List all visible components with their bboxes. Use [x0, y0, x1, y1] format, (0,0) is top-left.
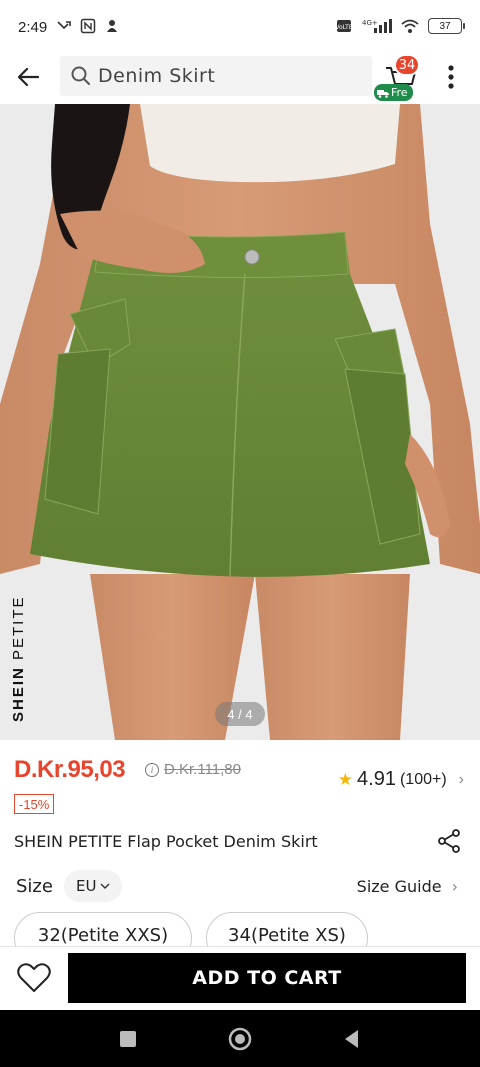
back-icon[interactable] — [337, 1024, 367, 1054]
truck-icon — [377, 89, 389, 98]
heart-icon[interactable] — [16, 961, 52, 995]
home-icon[interactable] — [225, 1024, 255, 1054]
size-option[interactable]: 34(Petite XS) — [206, 912, 368, 948]
star-icon: ★ — [337, 769, 354, 789]
search-query: Denim Skirt — [98, 65, 216, 87]
add-to-cart-button[interactable]: ADD TO CART — [68, 953, 466, 1003]
free-shipping-badge: Fre — [374, 84, 413, 101]
product-title: SHEIN PETITE Flap Pocket Denim Skirt — [14, 832, 318, 851]
brand-watermark: SHEIN PETITE — [10, 595, 27, 722]
missed-call-icon — [57, 21, 71, 30]
size-unit-dropdown[interactable]: EU — [64, 870, 123, 902]
volte-icon: VoLTE — [336, 20, 353, 32]
review-count: (100+) — [399, 770, 447, 788]
svg-text:VoLTE: VoLTE — [336, 24, 353, 31]
title-row: SHEIN PETITE Flap Pocket Denim Skirt — [14, 828, 466, 856]
share-icon[interactable] — [436, 828, 462, 854]
system-nav-bar — [0, 1010, 480, 1067]
more-options-icon[interactable] — [440, 62, 462, 92]
size-guide-link[interactable]: Size Guide › — [357, 877, 458, 896]
page-indicator: 4 / 4 — [215, 702, 265, 726]
current-price: D.Kr.95,03 — [14, 756, 126, 783]
cart-count-badge: 34 — [394, 54, 420, 76]
discount-badge: -15% — [14, 794, 55, 814]
size-label: Size — [16, 876, 53, 897]
search-input[interactable]: Denim Skirt — [60, 56, 372, 96]
rating-value: 4.91 — [357, 768, 396, 790]
search-icon — [71, 66, 90, 85]
battery-level: 37 — [439, 20, 451, 32]
price-info-icon[interactable]: i — [145, 763, 159, 777]
chevron-right-icon: › — [451, 877, 458, 896]
status-bar: 2:49 VoLTE 4G+ 37 — [0, 0, 480, 56]
battery-icon: 37 — [428, 18, 465, 34]
system-icons: VoLTE 4G+ 37 — [336, 18, 465, 34]
size-option[interactable]: 32(Petite XXS) — [14, 912, 192, 948]
brand-watermark-light: PETITE — [10, 595, 27, 667]
wifi-icon — [401, 19, 419, 33]
chevron-down-icon — [100, 883, 110, 889]
size-options: 32(Petite XXS) 34(Petite XS) — [14, 912, 466, 948]
chevron-right-icon: › — [458, 770, 464, 788]
product-image-gallery[interactable]: 4 / 4 — [0, 104, 480, 740]
cart-button[interactable]: 34 Fre — [374, 54, 426, 101]
bottom-action-bar: ADD TO CART — [0, 946, 480, 1010]
size-row: Size EU Size Guide › — [14, 870, 466, 904]
recents-icon[interactable] — [113, 1024, 143, 1054]
signal-icon: 4G+ — [362, 19, 392, 33]
brand-watermark-bold: SHEIN — [10, 666, 27, 722]
price-row: D.Kr.95,03 i D.Kr.111,80 ★ 4.91 (100+) › — [14, 752, 466, 792]
size-unit-value: EU — [76, 877, 97, 895]
notification-icons — [56, 18, 120, 34]
product-photo — [0, 104, 480, 740]
status-time: 2:49 — [18, 19, 48, 36]
search-header: Denim Skirt 34 Fre — [0, 52, 480, 104]
rating-summary[interactable]: ★ 4.91 (100+) › — [338, 768, 464, 791]
app-notification-icon — [107, 20, 117, 32]
back-arrow-icon[interactable] — [14, 62, 44, 92]
free-shipping-label: Fre — [391, 86, 408, 99]
svg-text:4G+: 4G+ — [362, 19, 378, 27]
nfc-icon — [80, 18, 96, 34]
size-guide-label: Size Guide — [356, 877, 442, 896]
original-price: D.Kr.111,80 — [164, 761, 241, 778]
